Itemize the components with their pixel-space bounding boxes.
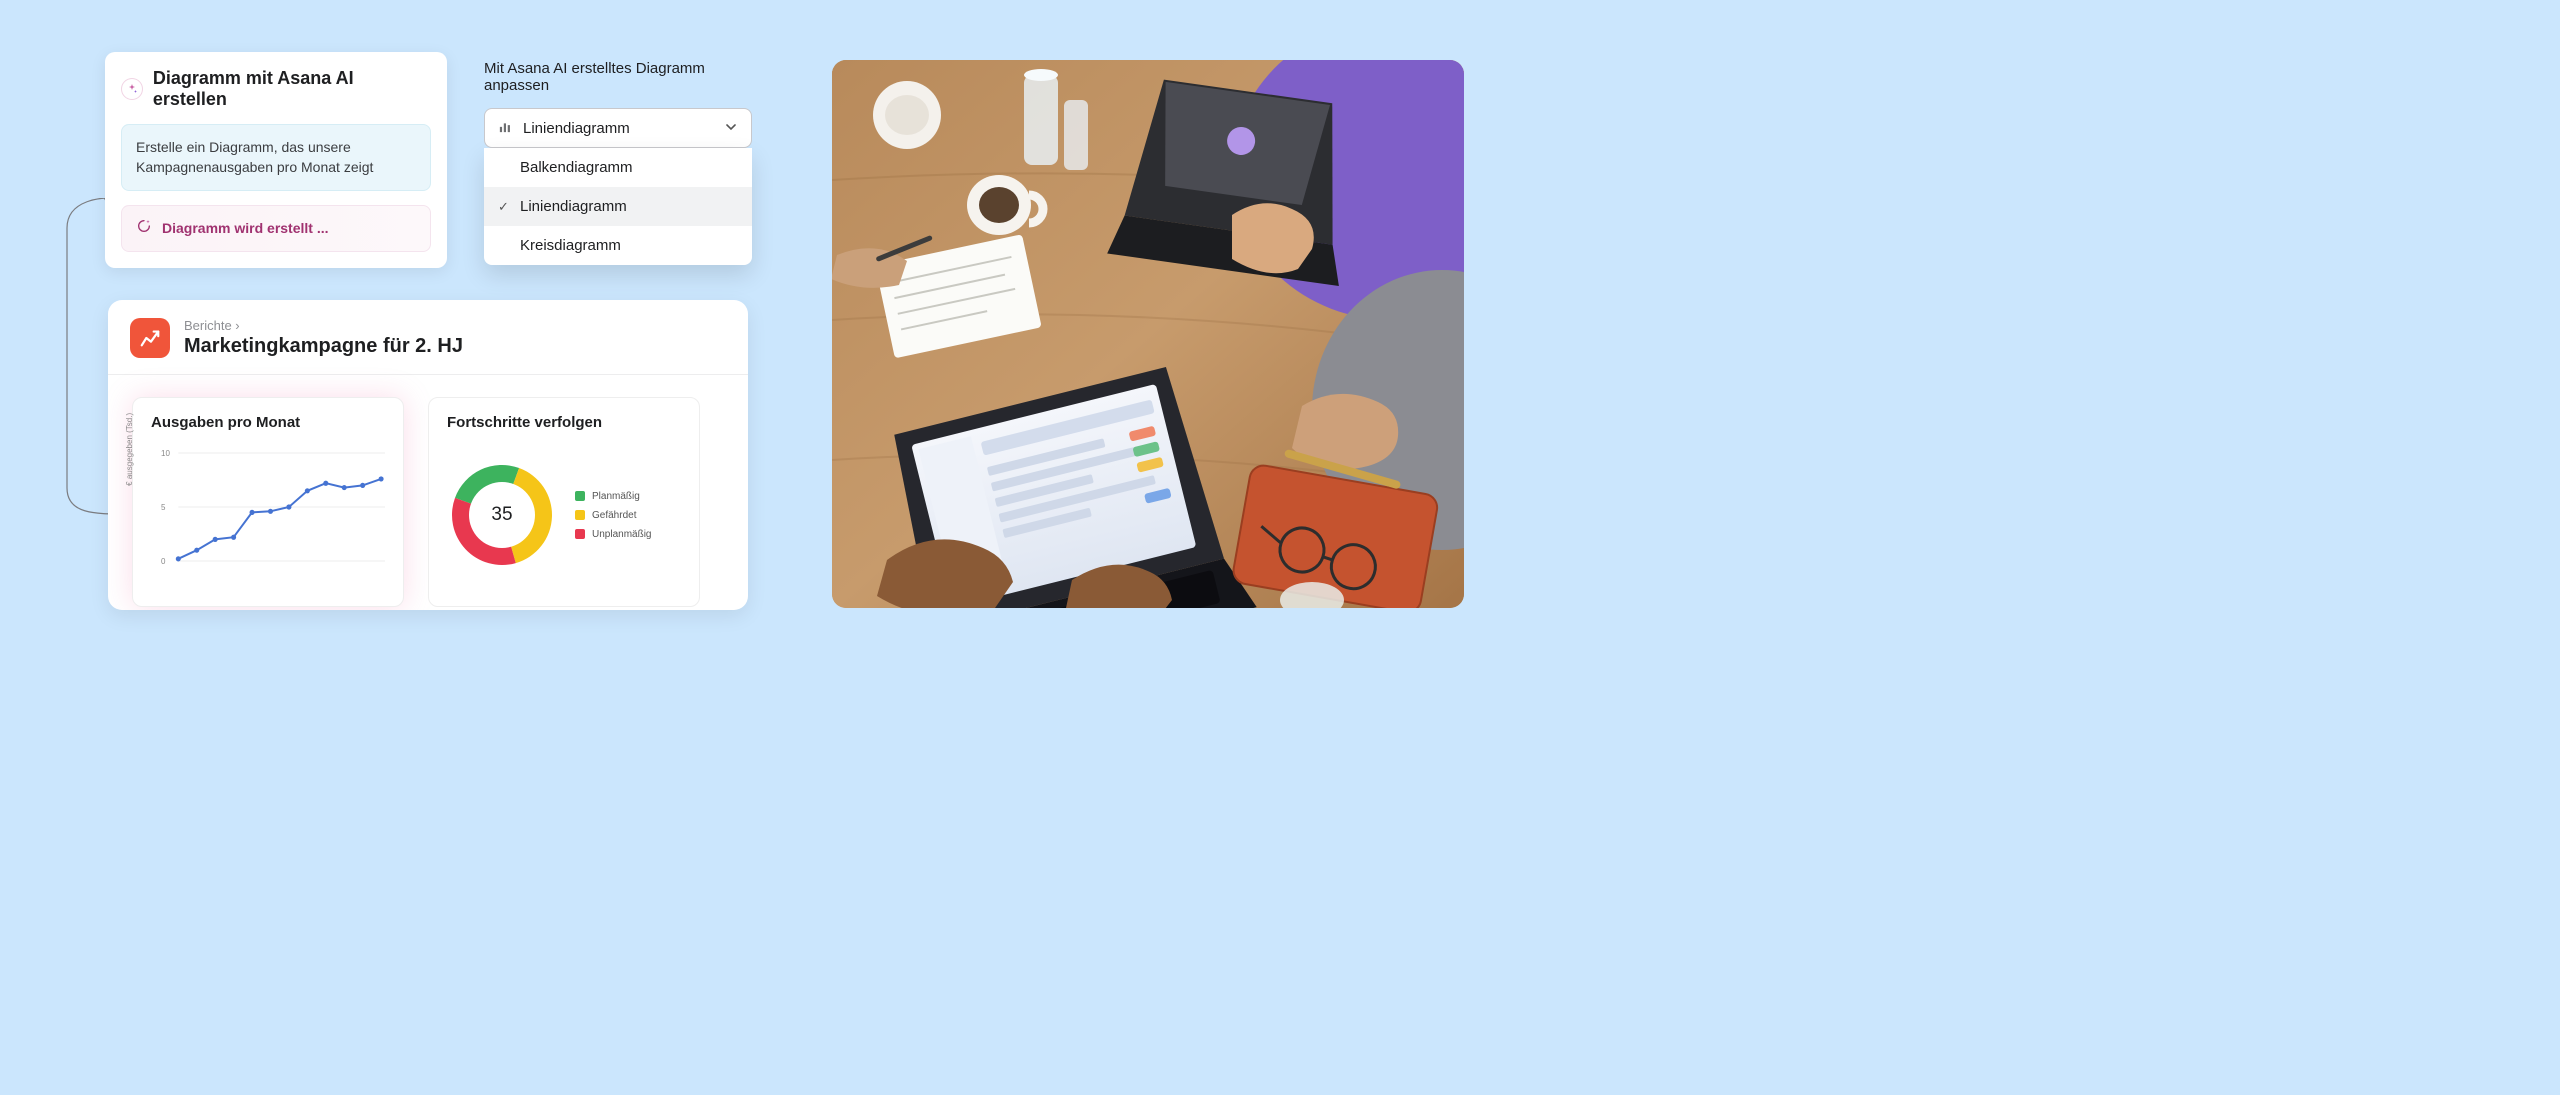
widget-track-progress[interactable]: Fortschritte verfolgen 35 Planmäßig (428, 397, 700, 607)
legend-item-at-risk: Gefährdet (575, 510, 651, 521)
select-value: Liniendiagramm (523, 120, 630, 137)
donut-chart: 35 (447, 460, 557, 570)
donut-center-value: 35 (469, 482, 535, 548)
chart-type-select[interactable]: Liniendiagramm (484, 108, 752, 148)
option-line[interactable]: ✓ Liniendiagramm (484, 187, 752, 226)
sparkle-loading-icon (136, 218, 152, 239)
sparkle-ai-icon (121, 78, 143, 100)
meeting-photo (832, 60, 1464, 608)
ai-prompt-input[interactable]: Erstelle ein Diagramm, das unsere Kampag… (121, 124, 431, 191)
legend-item-off-track: Unplanmäßig (575, 529, 651, 540)
check-icon: ✓ (498, 199, 509, 215)
line-chart-icon (499, 119, 513, 137)
widget-title: Ausgaben pro Monat (151, 414, 385, 431)
ai-card-title: Diagramm mit Asana AI erstellen (153, 68, 431, 110)
ai-create-chart-card: Diagramm mit Asana AI erstellen Erstelle… (105, 52, 447, 268)
chevron-down-icon (725, 120, 737, 137)
ai-status-row: Diagramm wird erstellt ... (121, 205, 431, 252)
widget-title: Fortschritte verfolgen (447, 414, 681, 431)
chart-type-options: Balkendiagramm ✓ Liniendiagramm Kreisdia… (484, 148, 752, 265)
swatch-red (575, 529, 585, 539)
line-chart: € ausgegeben (Tsd.) 10 5 0 (151, 445, 385, 585)
breadcrumb[interactable]: Berichte › (184, 318, 463, 333)
option-bar[interactable]: Balkendiagramm (484, 148, 752, 187)
widget-spending-per-month[interactable]: Ausgaben pro Monat € ausgegeben (Tsd.) 1… (132, 397, 404, 607)
dropdown-label: Mit Asana AI erstelltes Diagramm anpasse… (484, 60, 752, 94)
option-pie[interactable]: Kreisdiagramm (484, 226, 752, 265)
y-axis-label: € ausgegeben (Tsd.) (125, 413, 134, 486)
donut-legend: Planmäßig Gefährdet Unplanmäßig (575, 491, 651, 540)
dashboard-title: Marketingkampagne für 2. HJ (184, 335, 463, 358)
report-icon (130, 318, 170, 358)
ai-status-text: Diagramm wird erstellt ... (162, 220, 329, 236)
swatch-yellow (575, 510, 585, 520)
swatch-green (575, 491, 585, 501)
legend-item-on-track: Planmäßig (575, 491, 651, 502)
dashboard-card: Berichte › Marketingkampagne für 2. HJ A… (108, 300, 748, 610)
